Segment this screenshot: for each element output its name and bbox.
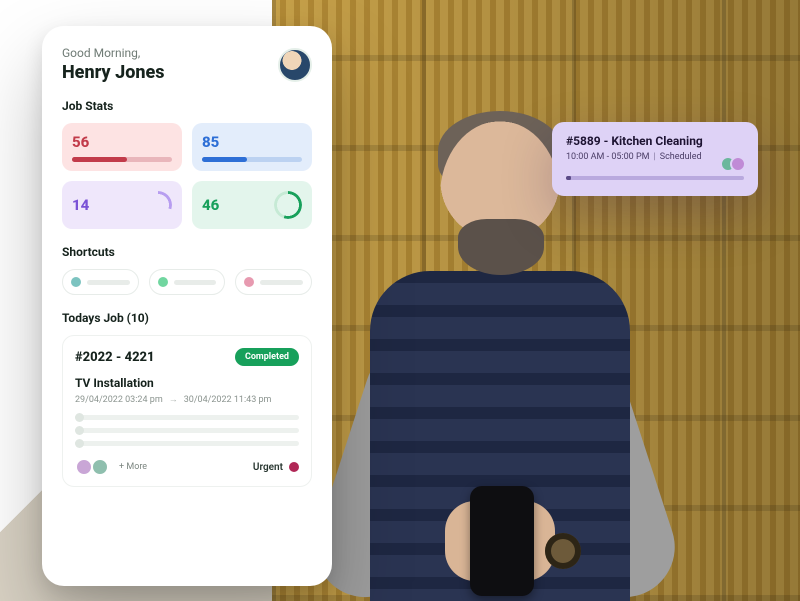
stat-progress [72, 157, 172, 162]
placeholder-line [174, 280, 217, 285]
dot-icon [158, 277, 168, 287]
job-assignees[interactable]: + More [75, 458, 147, 476]
mobile-dashboard: Good Morning, Henry Jones Job Stats 56 8… [42, 26, 332, 586]
job-time-range: 29/04/2022 03:24 pm → 30/04/2022 11:43 p… [75, 394, 299, 405]
user-avatar[interactable] [278, 48, 312, 82]
progress-track[interactable] [566, 176, 744, 180]
stat-card[interactable]: 85 [192, 123, 312, 171]
warehouse-background [272, 0, 800, 601]
dot-icon [71, 277, 81, 287]
notification-time: 10:00 AM - 05:00 PM [566, 152, 650, 162]
job-start: 29/04/2022 03:24 pm [75, 395, 163, 405]
user-name: Henry Jones [62, 62, 164, 83]
dot-icon [244, 277, 254, 287]
notification-title: #5889 - Kitchen Cleaning [566, 134, 744, 148]
arrow-right-icon: → [169, 394, 178, 405]
stat-card[interactable]: 14 [62, 181, 182, 229]
shortcut-pill[interactable] [235, 269, 312, 295]
marketing-scene: #5889 - Kitchen Cleaning 10:00 AM - 05:0… [0, 0, 800, 601]
stat-value: 85 [202, 133, 302, 151]
job-end: 30/04/2022 11:43 pm [184, 395, 272, 405]
job-id: #2022 - 4221 [75, 350, 155, 365]
shortcuts-row [62, 269, 312, 295]
job-stats-grid: 56 85 14 46 [62, 123, 312, 229]
job-detail-placeholder [75, 415, 299, 446]
separator: | [654, 152, 656, 162]
placeholder-line [260, 280, 303, 285]
notification-subtitle: 10:00 AM - 05:00 PM | Scheduled [566, 152, 744, 162]
todays-job-heading: Todays Job (10) [62, 311, 312, 325]
job-card[interactable]: #2022 - 4221 Completed TV Installation 2… [62, 335, 312, 487]
stat-ring [274, 191, 302, 219]
notification-status: Scheduled [660, 152, 702, 162]
assignee-avatars [726, 156, 746, 172]
more-assignees[interactable]: + More [119, 462, 147, 472]
priority-dot-icon [289, 462, 299, 472]
status-badge: Completed [235, 348, 299, 366]
job-title: TV Installation [75, 376, 299, 390]
avatar [730, 156, 746, 172]
stat-card[interactable]: 56 [62, 123, 182, 171]
placeholder-line [87, 280, 130, 285]
job-notification-card[interactable]: #5889 - Kitchen Cleaning 10:00 AM - 05:0… [552, 122, 758, 196]
stat-card[interactable]: 46 [192, 181, 312, 229]
stat-ring [144, 191, 172, 219]
greeting-text: Good Morning, [62, 46, 164, 60]
avatar [91, 458, 109, 476]
shortcuts-heading: Shortcuts [62, 245, 312, 259]
shortcut-pill[interactable] [62, 269, 139, 295]
priority-tag: Urgent [253, 462, 299, 473]
shortcut-pill[interactable] [149, 269, 226, 295]
job-stats-heading: Job Stats [62, 99, 312, 113]
stat-value: 56 [72, 133, 172, 151]
stat-progress [202, 157, 302, 162]
priority-label: Urgent [253, 462, 283, 473]
